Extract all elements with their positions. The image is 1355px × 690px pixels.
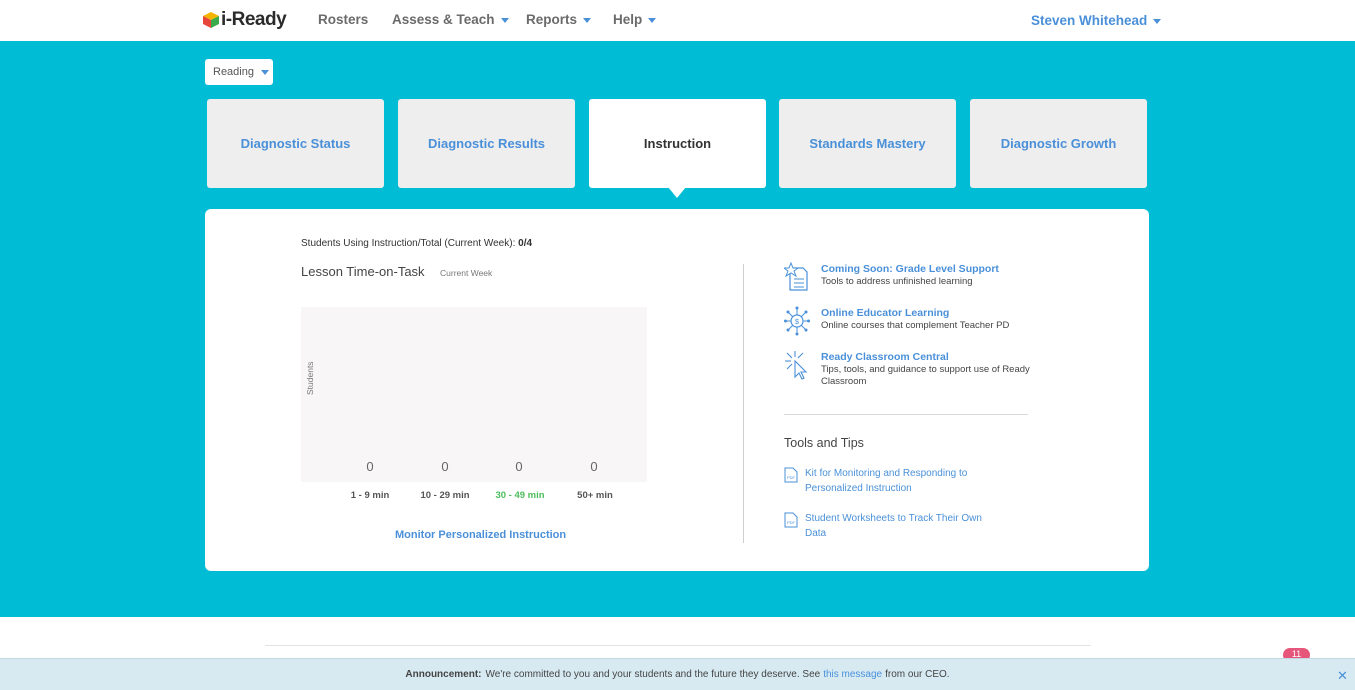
resource-title[interactable]: Online Educator Learning: [821, 306, 1031, 320]
resource-title[interactable]: Coming Soon: Grade Level Support: [821, 262, 1031, 276]
nav-reports[interactable]: Reports: [526, 12, 592, 27]
bar-value-label: 0: [441, 459, 449, 474]
students-using-value: 0/4: [518, 238, 533, 249]
nav-rosters-label: Rosters: [318, 12, 369, 27]
announcement-label: Announcement:: [405, 669, 482, 680]
pdf-icon: PDF: [784, 512, 798, 528]
tip-kit-monitoring[interactable]: PDF Kit for Monitoring and Responding to…: [784, 466, 1005, 496]
tab-label: Diagnostic Status: [240, 136, 351, 151]
tab-label: Diagnostic Growth: [1000, 136, 1117, 151]
svg-text:PDF: PDF: [787, 520, 796, 525]
resource-grade-level-support[interactable]: Coming Soon: Grade Level Support Tools t…: [784, 262, 1031, 292]
resource-desc: Online courses that complement Teacher P…: [821, 320, 1010, 331]
bar-value-label: 0: [515, 459, 523, 474]
x-tick-label: 1 - 9 min: [350, 490, 390, 501]
tab-label: Diagnostic Results: [427, 136, 546, 151]
chart-y-axis-label: Students: [305, 361, 315, 395]
monitor-instruction-link[interactable]: Monitor Personalized Instruction: [395, 529, 566, 541]
chart-title: Lesson Time-on-Task: [301, 264, 425, 279]
announcement-text: We're committed to you and your students…: [485, 669, 821, 680]
iready-logo[interactable]: i-Ready: [203, 9, 287, 31]
students-using-stat: Students Using Instruction/Total (Curren…: [301, 238, 532, 249]
chevron-down-icon: [1153, 18, 1162, 24]
subject-select[interactable]: Reading: [205, 59, 273, 85]
chevron-down-icon: [260, 70, 269, 75]
nav-assess-teach[interactable]: Assess & Teach: [392, 12, 509, 27]
tools-and-tips-heading: Tools and Tips: [784, 436, 864, 450]
cursor-click-icon: [785, 351, 808, 380]
column-divider: [743, 264, 744, 543]
resource-desc: Tips, tools, and guidance to support use…: [821, 364, 1030, 387]
students-using-label: Students Using Instruction/Total (Curren…: [301, 238, 516, 249]
chart-period: Current Week: [440, 268, 493, 278]
bar-value-label: 0: [366, 459, 374, 474]
tab-label: Instruction: [643, 136, 712, 151]
logo-cube-icon: [203, 12, 219, 28]
announcement-text-after: from our CEO.: [885, 669, 950, 680]
user-menu[interactable]: Steven Whitehead: [1031, 13, 1162, 28]
resource-ready-classroom-central[interactable]: Ready Classroom Central Tips, tools, and…: [784, 350, 1031, 388]
announcement-bar: Announcement: We're committed to you and…: [0, 658, 1355, 690]
tab-diagnostic-status[interactable]: Diagnostic Status: [207, 99, 384, 188]
tip-link[interactable]: Kit for Monitoring and Responding to Per…: [805, 466, 1005, 496]
tip-student-worksheets[interactable]: PDF Student Worksheets to Track Their Ow…: [784, 511, 1005, 541]
logo-text: i-Ready: [221, 9, 287, 30]
resource-desc: Tools to address unfinished learning: [821, 276, 973, 287]
document-star-icon: [784, 262, 808, 291]
tab-diagnostic-results[interactable]: Diagnostic Results: [398, 99, 575, 188]
nav-rosters[interactable]: Rosters: [318, 12, 368, 27]
close-icon[interactable]: ✕: [1337, 668, 1348, 684]
bar-value-label: 0: [590, 459, 598, 474]
tip-link[interactable]: Student Worksheets to Track Their Own Da…: [805, 511, 1005, 541]
x-tick-label: 10 - 29 min: [420, 490, 470, 501]
nav-help-label: Help: [613, 12, 643, 27]
tab-instruction[interactable]: Instruction: [589, 99, 766, 188]
x-tick-label: 30 - 49 min: [495, 490, 545, 501]
user-name: Steven Whitehead: [1031, 13, 1148, 28]
announcement-link[interactable]: this message: [823, 669, 882, 680]
x-tick-label: 50+ min: [577, 490, 613, 501]
top-nav: i-Ready Rosters Assess & Teach Reports H…: [0, 0, 1355, 41]
svg-text:PDF: PDF: [787, 475, 796, 480]
instruction-card: Students Using Instruction/Total (Curren…: [205, 209, 1149, 571]
footer-divider: [265, 645, 1091, 646]
subject-select-value: Reading: [213, 66, 254, 78]
active-tab-pointer: [668, 187, 686, 198]
chevron-down-icon: [500, 17, 509, 23]
nav-help[interactable]: Help: [613, 12, 657, 27]
nav-reports-label: Reports: [526, 12, 578, 27]
nav-assess-teach-label: Assess & Teach: [392, 12, 495, 27]
svg-text:$: $: [795, 319, 799, 326]
resource-title[interactable]: Ready Classroom Central: [821, 350, 1031, 364]
chevron-down-icon: [583, 17, 592, 23]
pdf-icon: PDF: [784, 467, 798, 483]
time-on-task-chart: Students 0 0 0 0: [301, 307, 647, 482]
network-hub-icon: $: [784, 306, 810, 336]
chevron-down-icon: [648, 17, 657, 23]
resource-online-educator-learning[interactable]: $ Online Educator Learning Online course…: [784, 306, 1031, 336]
tab-diagnostic-growth[interactable]: Diagnostic Growth: [970, 99, 1147, 188]
tab-standards-mastery[interactable]: Standards Mastery: [779, 99, 956, 188]
tab-label: Standards Mastery: [809, 136, 926, 151]
resources-divider: [784, 414, 1028, 415]
